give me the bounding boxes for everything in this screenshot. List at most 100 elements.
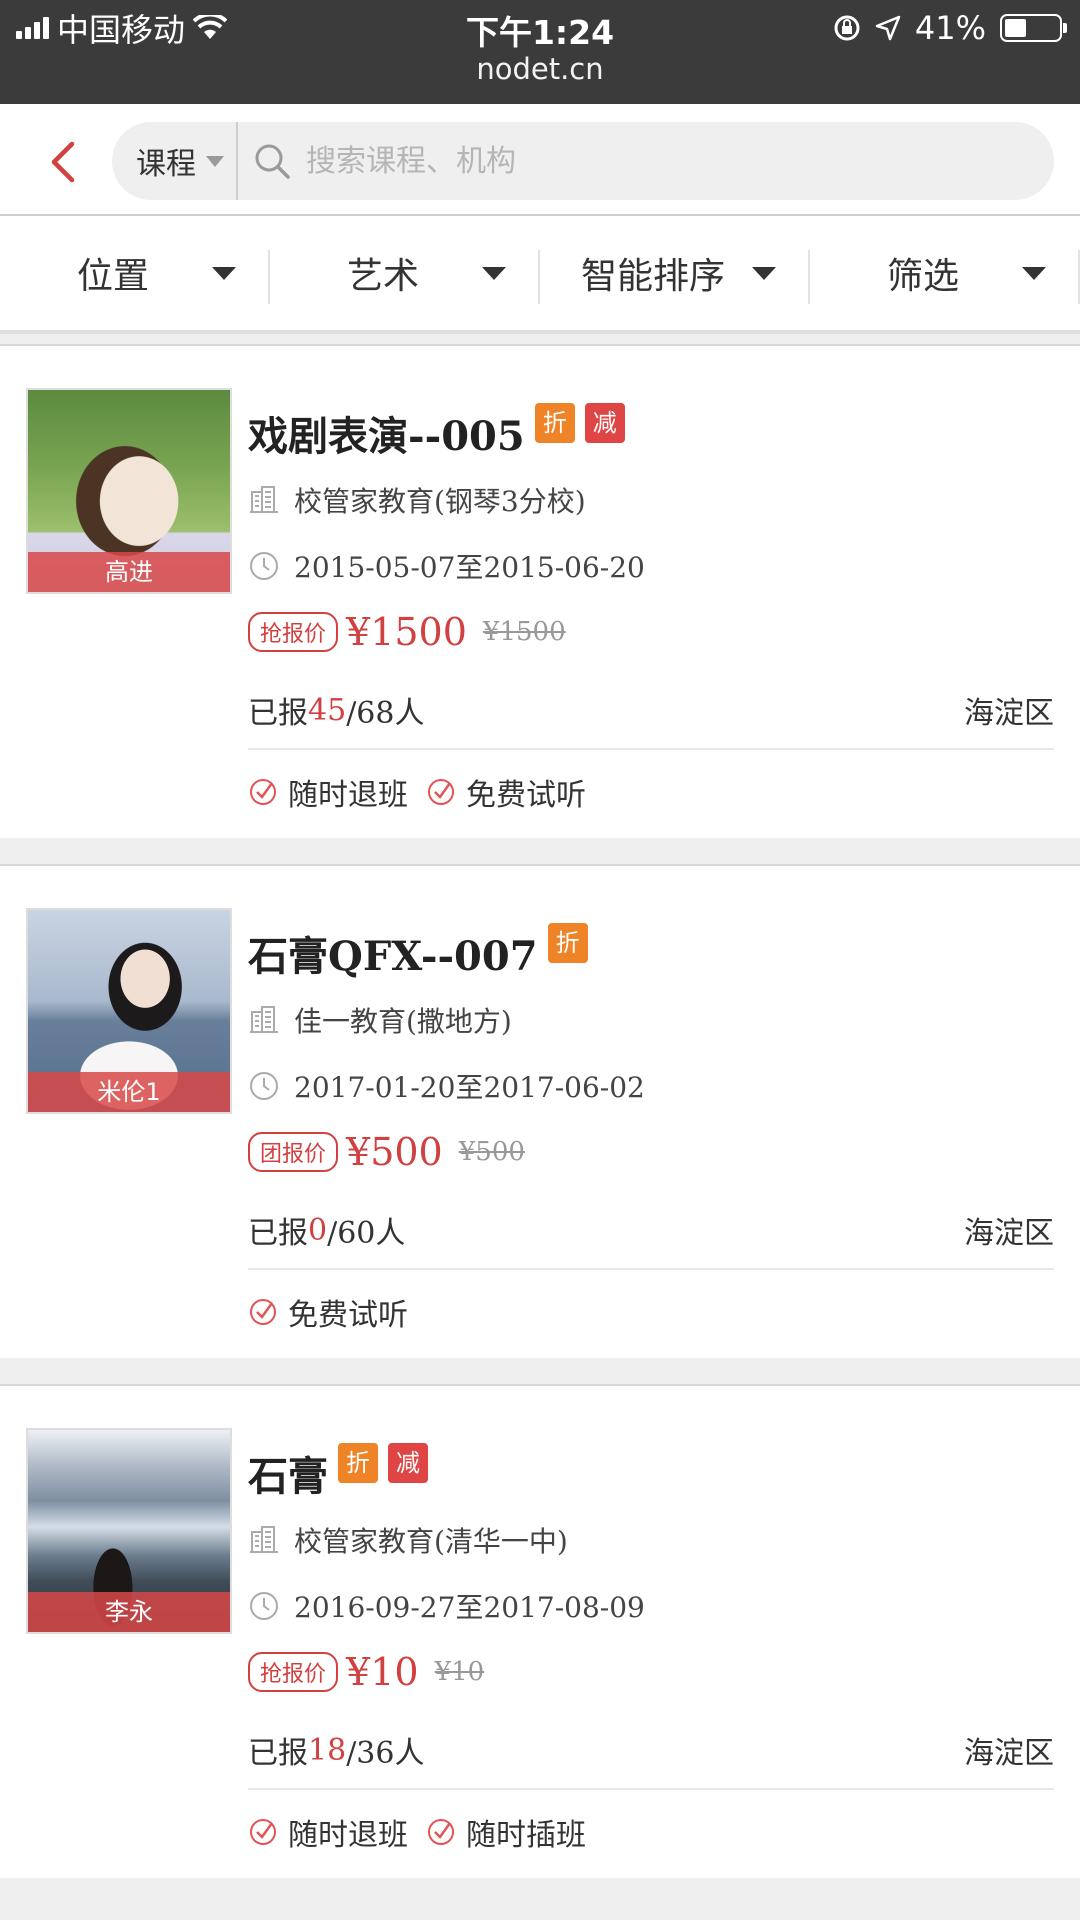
discount-tag: 折 (547, 923, 588, 963)
feature-label: 随时退班 (288, 778, 408, 813)
features-row: 随时退班 免费试听 (248, 770, 592, 814)
course-card[interactable]: 高进 戏剧表演--005 折 减 校管家教育(钢琴3分校) 2015-05-07… (0, 344, 1080, 838)
feature-item: 随时退班 (248, 1810, 408, 1854)
features-row: 免费试听 (248, 1290, 414, 1334)
building-icon (250, 1006, 278, 1033)
check-circle-icon (250, 1299, 276, 1325)
teacher-name: 米伦1 (28, 1072, 230, 1112)
status-bar: 中国移动 下午1:24 nodet.cn 41% (0, 0, 1080, 104)
course-name[interactable]: 戏剧表演--005 (248, 404, 525, 462)
filter-screen[interactable]: 筛选 (810, 216, 1080, 330)
feature-label: 随时退班 (288, 1818, 408, 1853)
lock-rotation-icon (834, 15, 860, 41)
search-category-select[interactable]: 课程 (112, 122, 236, 200)
price-row: 抢报价 ¥1500 ¥1500 (248, 610, 566, 654)
reduce-tag: 减 (388, 1443, 428, 1483)
current-price: ¥1500 (346, 610, 467, 654)
teacher-name: 李永 (28, 1592, 230, 1632)
reduce-tag: 减 (584, 403, 625, 443)
org-row: 校管家教育(清华一中) (248, 1520, 568, 1560)
filter-bar: 位置 艺术 智能排序 筛选 (0, 216, 1080, 334)
chevron-down-icon (1022, 267, 1046, 280)
course-title-row: 戏剧表演--005 折 减 (248, 403, 625, 462)
course-name[interactable]: 石膏 (248, 1444, 328, 1502)
current-price: ¥500 (346, 1130, 443, 1174)
enroll-row: 已报 0 /60人 (248, 1208, 405, 1252)
feature-label: 随时插班 (466, 1818, 586, 1853)
search-input[interactable] (292, 143, 1054, 179)
course-dates: 2017-01-20至2017-06-02 (294, 1071, 645, 1104)
discount-tag: 折 (534, 403, 575, 443)
filter-location[interactable]: 位置 (0, 216, 270, 330)
original-price: ¥1500 (482, 617, 566, 647)
price-type-badge: 抢报价 (248, 612, 339, 652)
enrolled-count: 45 (308, 692, 347, 728)
filter-sort[interactable]: 智能排序 (540, 216, 810, 330)
price-row: 团报价 ¥500 ¥500 (248, 1130, 525, 1174)
feature-item: 随时插班 (426, 1810, 586, 1854)
date-row: 2016-09-27至2017-08-09 (248, 1586, 645, 1626)
status-bar-right: 41% (833, 8, 1067, 48)
enroll-prefix: 已报 (248, 1216, 308, 1251)
chevron-down-icon (212, 267, 236, 280)
current-price: ¥10 (346, 1650, 419, 1694)
course-card[interactable]: 米伦1 石膏QFX--007 折 佳一教育(撒地方) 2017-01-20至20… (0, 864, 1080, 1358)
course-dates: 2016-09-27至2017-08-09 (294, 1591, 645, 1624)
date-row: 2017-01-20至2017-06-02 (248, 1066, 645, 1106)
filter-category-label: 艺术 (346, 256, 419, 297)
search-box[interactable]: 课程 (112, 122, 1054, 200)
search-divider (236, 122, 238, 200)
clock-icon (250, 1592, 278, 1620)
clock-icon (250, 552, 278, 580)
feature-item: 免费试听 (426, 770, 586, 814)
battery-percent: 41% (914, 9, 986, 47)
org-name: 校管家教育(钢琴3分校) (294, 485, 586, 518)
course-list: 高进 戏剧表演--005 折 减 校管家教育(钢琴3分校) 2015-05-07… (0, 344, 1080, 1904)
features-row: 随时退班 随时插班 (248, 1810, 592, 1854)
district-label: 海淀区 (964, 1216, 1054, 1251)
price-type-badge: 抢报价 (248, 1652, 339, 1692)
search-icon (255, 144, 290, 179)
feature-item: 随时退班 (248, 770, 408, 814)
battery-fill (1005, 19, 1027, 37)
search-header: 课程 (0, 104, 1080, 216)
enrolled-count: 18 (308, 1732, 347, 1768)
course-thumbnail[interactable]: 李永 (26, 1428, 232, 1634)
district-label: 海淀区 (964, 696, 1054, 731)
course-thumbnail[interactable]: 米伦1 (26, 908, 232, 1114)
back-arrow-icon[interactable] (38, 134, 94, 190)
check-circle-icon (250, 1819, 276, 1845)
enroll-row: 已报 18 /36人 (248, 1728, 424, 1772)
page-url[interactable]: nodet.cn (0, 52, 1080, 86)
filter-screen-label: 筛选 (886, 256, 959, 297)
original-price: ¥500 (458, 1137, 525, 1167)
search-category-label: 课程 (136, 147, 196, 182)
price-type-badge: 团报价 (248, 1132, 339, 1172)
feature-item: 免费试听 (248, 1290, 408, 1334)
org-row: 佳一教育(撒地方) (248, 1000, 512, 1040)
check-circle-icon (428, 779, 454, 805)
teacher-name: 高进 (28, 552, 230, 592)
feature-label: 免费试听 (288, 1298, 408, 1333)
feature-label: 免费试听 (466, 778, 586, 813)
filter-category[interactable]: 艺术 (270, 216, 540, 330)
check-circle-icon (250, 779, 276, 805)
building-icon (250, 1526, 278, 1553)
location-arrow-icon (875, 15, 901, 41)
chevron-down-icon (482, 267, 506, 280)
course-card[interactable]: 李永 石膏 折 减 校管家教育(清华一中) 2016-09-27至2017-08… (0, 1384, 1080, 1878)
chevron-down-icon (206, 155, 224, 167)
card-divider (248, 1268, 1054, 1270)
enroll-capacity: /36人 (346, 1736, 425, 1771)
enroll-prefix: 已报 (248, 696, 308, 731)
org-name: 佳一教育(撒地方) (294, 1005, 512, 1038)
building-icon (250, 486, 278, 513)
course-thumbnail[interactable]: 高进 (26, 388, 232, 594)
filter-sort-label: 智能排序 (580, 256, 725, 297)
card-divider (248, 1788, 1054, 1790)
course-name[interactable]: 石膏QFX--007 (248, 924, 538, 982)
course-title-row: 石膏 折 减 (248, 1443, 428, 1502)
district-label: 海淀区 (964, 1736, 1054, 1771)
battery-icon (1000, 14, 1067, 42)
enroll-capacity: /60人 (327, 1216, 406, 1251)
